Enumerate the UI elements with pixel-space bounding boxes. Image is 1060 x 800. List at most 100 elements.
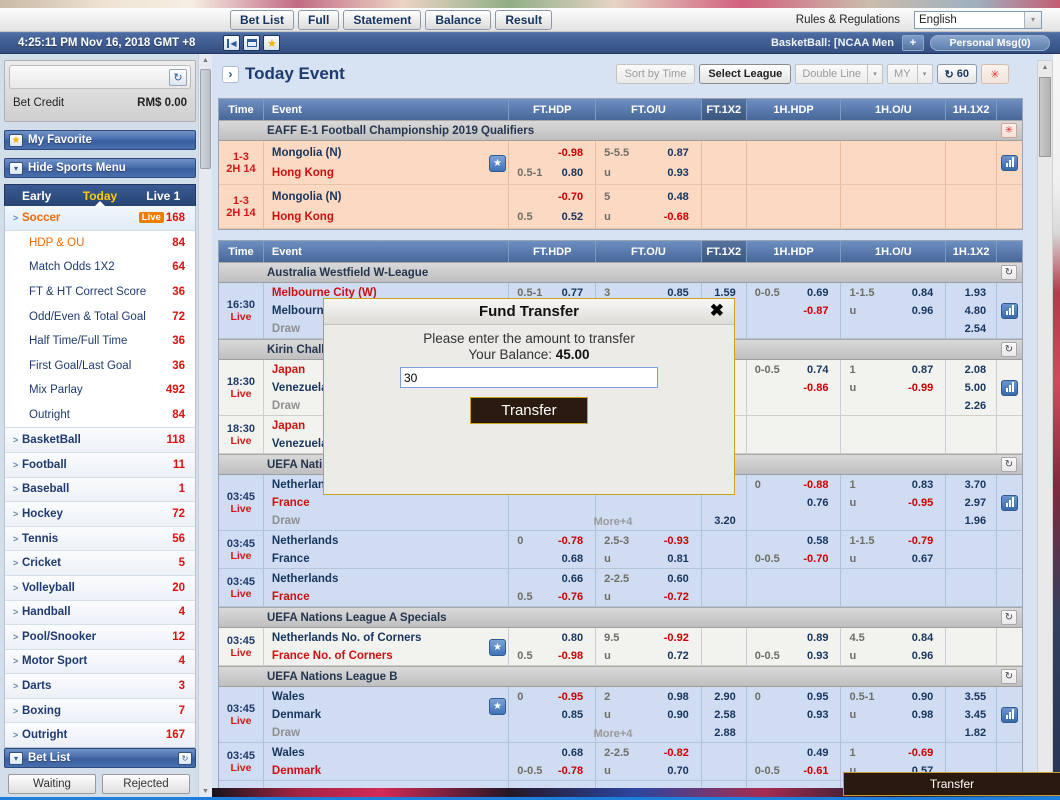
chevron-down-icon[interactable]: ▾ <box>1024 12 1041 28</box>
sidebar-item-outright[interactable]: Outright84 <box>5 403 195 428</box>
odds-value[interactable]: -0.88 <box>803 479 840 491</box>
close-icon[interactable]: ✖ <box>710 301 724 321</box>
odds-value[interactable]: 0.98 <box>912 709 945 721</box>
odds-value[interactable]: 0.84 <box>912 632 945 644</box>
main-scroll-thumb[interactable] <box>1039 77 1051 157</box>
bet-list-header[interactable]: ▾ Bet List ↻ <box>4 748 196 768</box>
sidebar-item-football[interactable]: >Football11 <box>5 452 195 477</box>
sidebar-item-pool-snooker[interactable]: >Pool/Snooker12 <box>5 624 195 649</box>
sidebar-item-cricket[interactable]: >Cricket5 <box>5 550 195 575</box>
odds-value[interactable]: 0.76 <box>807 497 840 509</box>
sidebar-item-handball[interactable]: >Handball4 <box>5 600 195 625</box>
odds-value[interactable]: 0.68 <box>562 747 595 759</box>
personal-msg-button[interactable]: Personal Msg(0) <box>930 35 1050 51</box>
odds-value[interactable]: -0.69 <box>908 747 945 759</box>
add-ticker-button[interactable]: + <box>902 35 924 51</box>
odds-value[interactable]: 0.93 <box>807 650 840 662</box>
add-favorite-star-icon[interactable]: ★ <box>489 639 506 656</box>
odds-value[interactable]: -0.95 <box>558 691 595 703</box>
league-refresh-icon[interactable]: ↻ <box>1001 342 1017 357</box>
odds-value[interactable]: -0.99 <box>908 382 945 394</box>
sidebar-item-volleyball[interactable]: >Volleyball20 <box>5 575 195 600</box>
odds-value[interactable]: 0.68 <box>562 553 595 565</box>
toolbar-button-bet-list[interactable]: Bet List <box>230 10 294 30</box>
more-bets-link[interactable]: More+4 <box>571 728 655 740</box>
odds-value[interactable]: 0.93 <box>807 709 840 721</box>
stats-chart-icon[interactable] <box>1001 303 1018 319</box>
odds-value[interactable]: 0.85 <box>562 709 595 721</box>
sidebar-scroll-thumb[interactable] <box>200 69 211 169</box>
odds-value[interactable]: 0.87 <box>912 364 945 376</box>
refresh-interval-button[interactable]: ↻ 60 <box>937 64 977 84</box>
scroll-up-icon[interactable]: ▲ <box>1038 61 1052 74</box>
odds-value[interactable]: 0.80 <box>562 167 595 179</box>
odds-value[interactable]: 0.80 <box>562 632 595 644</box>
odds-value[interactable]: 0.48 <box>667 191 700 203</box>
sidebar-item-basketball[interactable]: >BasketBall118 <box>5 427 195 452</box>
odds-value[interactable]: 0.66 <box>562 573 595 585</box>
sidebar-scrollbar[interactable]: ▲ ▼ <box>198 54 212 800</box>
odds-value[interactable]: -0.68 <box>664 211 701 223</box>
odds-value[interactable]: 3.70 <box>965 479 996 491</box>
league-refresh-icon[interactable]: ↻ <box>1001 610 1017 625</box>
sidebar-item-motor-sport[interactable]: >Motor Sport4 <box>5 649 195 674</box>
more-bets-link[interactable]: More+4 <box>571 516 655 528</box>
odds-value[interactable]: 1.82 <box>965 727 996 739</box>
odds-value[interactable]: -0.98 <box>558 147 595 159</box>
add-favorite-star-icon[interactable]: ★ <box>489 155 506 172</box>
odds-value[interactable]: -0.87 <box>803 305 840 317</box>
odds-value[interactable]: 0.72 <box>667 650 700 662</box>
collapse-sidebar-icon[interactable]: ◀ <box>223 35 240 51</box>
odds-value[interactable]: 0.77 <box>562 287 595 299</box>
sidebar-item-darts[interactable]: >Darts3 <box>5 673 195 698</box>
sidebar-item-tennis[interactable]: >Tennis56 <box>5 526 195 551</box>
odds-value[interactable]: 0.96 <box>912 650 945 662</box>
add-favorite-star-icon[interactable]: ★ <box>489 698 506 715</box>
favorite-star-icon[interactable]: ★ <box>263 35 280 51</box>
odds-value[interactable]: -0.86 <box>803 382 840 394</box>
odds-value[interactable]: 0.52 <box>562 211 595 223</box>
odds-value[interactable]: 0.95 <box>807 691 840 703</box>
sidebar-item-match-odds-1x2[interactable]: Match Odds 1X264 <box>5 255 195 280</box>
auto-refresh-spinner-icon[interactable]: ✳ <box>981 64 1009 84</box>
chevron-down-icon[interactable]: ▾ <box>917 65 932 83</box>
language-select[interactable]: English ▾ <box>914 11 1042 29</box>
odds-value[interactable]: -0.79 <box>908 535 945 547</box>
odds-value[interactable]: -0.70 <box>558 191 595 203</box>
odds-value[interactable]: 2.08 <box>965 364 996 376</box>
odds-value[interactable]: -0.95 <box>908 497 945 509</box>
odds-value[interactable]: 0.67 <box>912 553 945 565</box>
scroll-up-icon[interactable]: ▲ <box>199 54 212 67</box>
odds-type-select[interactable]: MY ▾ <box>887 64 933 84</box>
bet-waiting-button[interactable]: Waiting <box>8 774 96 794</box>
sidebar-item-first-goal-last-goal[interactable]: First Goal/Last Goal36 <box>5 354 195 379</box>
league-spinner-icon[interactable]: ✳ <box>1001 123 1017 138</box>
stats-chart-icon[interactable] <box>1001 495 1018 511</box>
odds-value[interactable]: 2.26 <box>965 400 996 412</box>
toolbar-button-full[interactable]: Full <box>298 10 339 30</box>
odds-value[interactable]: 0.98 <box>667 691 700 703</box>
sidebar-item-baseball[interactable]: >Baseball1 <box>5 477 195 502</box>
sidebar-item-hdp-ou[interactable]: HDP & OU84 <box>5 231 195 256</box>
odds-value[interactable]: 0.87 <box>667 147 700 159</box>
sidebar-item-hockey[interactable]: >Hockey72 <box>5 501 195 526</box>
stats-chart-icon[interactable] <box>1001 155 1018 171</box>
odds-value[interactable]: 3.20 <box>714 515 745 527</box>
odds-value[interactable]: -0.93 <box>664 535 701 547</box>
sidebar-item-outright[interactable]: >Outright167 <box>5 722 195 747</box>
odds-value[interactable]: 1.96 <box>965 515 996 527</box>
main-scrollbar[interactable]: ▲ <box>1037 60 1053 800</box>
odds-value[interactable]: 2.58 <box>714 709 745 721</box>
odds-value[interactable]: 0.70 <box>667 765 700 777</box>
odds-value[interactable]: -0.98 <box>558 650 595 662</box>
sort-by-time-button[interactable]: Sort by Time <box>616 64 696 84</box>
odds-value[interactable]: 0.74 <box>807 364 840 376</box>
odds-value[interactable]: 2.54 <box>965 323 996 335</box>
stats-chart-icon[interactable] <box>1001 380 1018 396</box>
odds-value[interactable]: -0.78 <box>558 765 595 777</box>
sidebar-item-mix-parlay[interactable]: Mix Parlay492 <box>5 378 195 403</box>
sidebar-item-soccer[interactable]: >SoccerLive168 <box>5 206 195 231</box>
tab-today[interactable]: Today <box>68 185 131 206</box>
stats-chart-icon[interactable] <box>1001 707 1018 723</box>
odds-value[interactable]: 3.55 <box>965 691 996 703</box>
